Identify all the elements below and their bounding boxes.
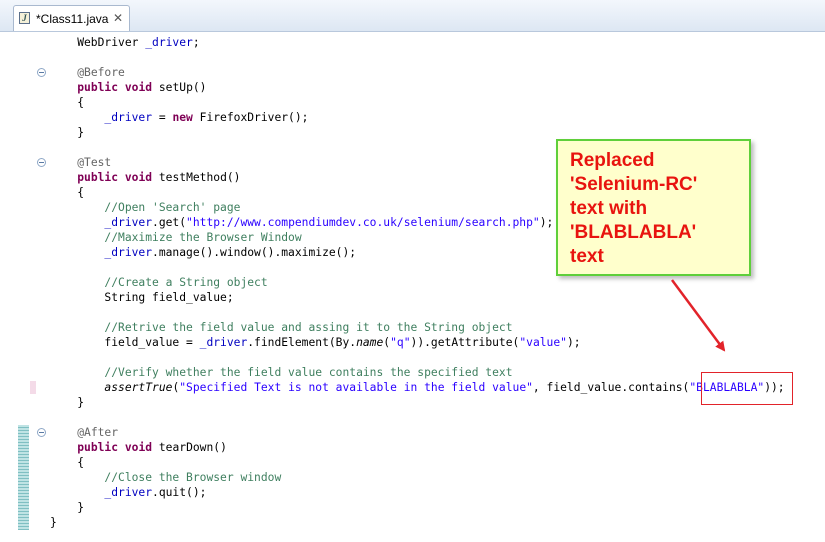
annotation-arrow <box>670 279 726 352</box>
arrow-line <box>670 279 726 352</box>
